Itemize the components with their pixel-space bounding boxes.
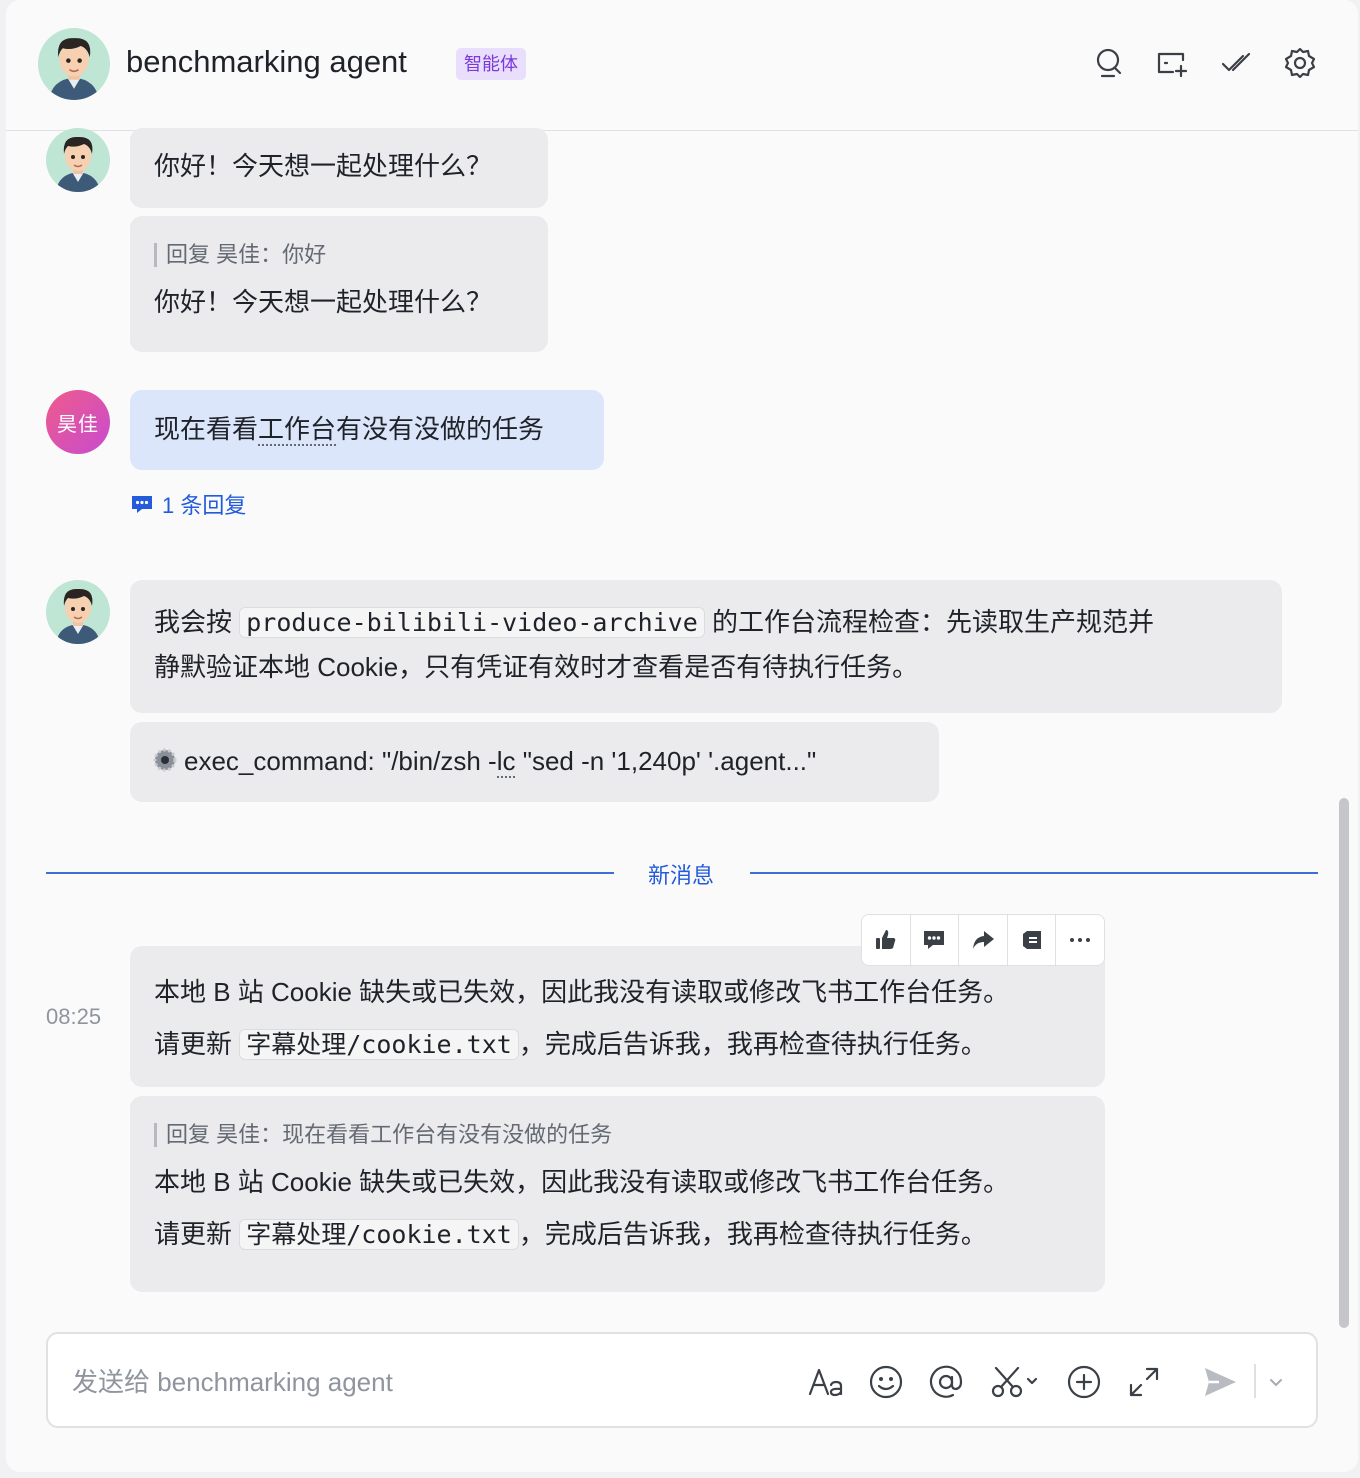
message-bubble[interactable]: 本地 B 站 Cookie 缺失或已失效，因此我没有读取或修改飞书工作台任务。 … xyxy=(130,946,1105,1087)
thread-reply-link[interactable]: 1 条回复 xyxy=(130,488,246,520)
linked-term[interactable]: 工作台 xyxy=(258,414,337,446)
tool-call-text: "sed -n '1,240p' '.agent..." xyxy=(515,746,817,776)
user-avatar-initials: 昊佳 xyxy=(57,413,99,436)
search-chat-icon[interactable] xyxy=(1089,44,1127,82)
bot-avatar[interactable] xyxy=(46,580,110,644)
message-text: 请更新 xyxy=(154,1029,233,1059)
inline-code: 字幕处理/cookie.txt xyxy=(239,1219,519,1250)
thumbs-up-icon[interactable] xyxy=(862,915,911,965)
send-options-icon[interactable] xyxy=(1260,1360,1292,1404)
message-action-toolbar xyxy=(861,914,1105,966)
message-input[interactable] xyxy=(72,1360,772,1404)
message-text: 有没有没做的任务 xyxy=(336,414,545,444)
settings-gear-icon[interactable] xyxy=(1281,44,1319,82)
mention-icon[interactable] xyxy=(924,1360,968,1404)
more-icon[interactable] xyxy=(1056,915,1104,965)
bot-avatar[interactable] xyxy=(46,128,110,192)
new-message-label: 新消息 xyxy=(647,863,714,888)
message-composer xyxy=(46,1332,1318,1428)
tool-gear-icon xyxy=(152,742,178,787)
text-format-icon[interactable] xyxy=(804,1360,848,1404)
message-text: 的工作台流程检查：先读取生产规范并 xyxy=(712,607,1155,637)
screenshot-icon[interactable] xyxy=(988,1360,1044,1404)
emoji-icon[interactable] xyxy=(864,1360,908,1404)
message-text: 你好！今天想一起处理什么？ xyxy=(154,151,493,181)
message-text: 我会按 xyxy=(154,607,233,637)
message-timestamp: 08:25 xyxy=(46,1004,102,1029)
forward-icon[interactable] xyxy=(959,915,1008,965)
message-bubble[interactable]: 你好！今天想一起处理什么？ xyxy=(130,128,548,208)
inline-code: produce-bilibili-video-archive xyxy=(239,607,705,638)
message-text: 本地 B 站 Cookie 缺失或已失效，因此我没有读取或修改飞书工作台任务。 xyxy=(154,977,1010,1007)
linked-term[interactable]: lc xyxy=(496,746,516,778)
send-separator xyxy=(1254,1364,1256,1398)
reply-count: 1 条回复 xyxy=(162,493,247,518)
message-text: 静默验证本地 Cookie，只有凭证有效时才查看是否有待执行任务。 xyxy=(154,652,919,682)
divider-line xyxy=(750,872,1318,874)
inline-code: 字幕处理/cookie.txt xyxy=(239,1029,519,1060)
message-bubble[interactable]: 我会按 produce-bilibili-video-archive 的工作台流… xyxy=(130,580,1282,713)
send-icon[interactable] xyxy=(1198,1360,1242,1404)
expand-icon[interactable] xyxy=(1122,1360,1166,1404)
chat-window: benchmarking agent 智能体 你好！今天想一起处理什么？ 回复 … xyxy=(6,0,1358,1472)
message-text: 本地 B 站 Cookie 缺失或已失效，因此我没有读取或修改飞书工作台任务。 xyxy=(154,1167,1010,1197)
reply-quote-text: 回复 昊佳：现在看看工作台有没有没做的任务 xyxy=(166,1122,613,1147)
reply-bubble-icon[interactable] xyxy=(911,915,960,965)
message-bubble-user[interactable]: 现在看看工作台有没有没做的任务 xyxy=(130,390,604,470)
scrollbar-thumb[interactable] xyxy=(1339,798,1349,1328)
message-text: ，完成后告诉我，我再检查待执行任务。 xyxy=(518,1029,987,1059)
add-to-board-icon[interactable] xyxy=(1153,44,1191,82)
bot-avatar[interactable] xyxy=(38,28,110,100)
user-avatar[interactable]: 昊佳 xyxy=(46,390,110,454)
tool-call-bubble[interactable]: exec_command: "/bin/zsh -lc "sed -n '1,2… xyxy=(130,722,939,802)
reply-quote[interactable]: 回复 昊佳：现在看看工作台有没有没做的任务 xyxy=(154,1120,1081,1150)
reply-quote-text: 回复 昊佳：你好 xyxy=(166,242,327,267)
reply-quote[interactable]: 回复 昊佳：你好 xyxy=(154,240,524,270)
message-text: 你好！今天想一起处理什么？ xyxy=(154,287,493,317)
add-icon[interactable] xyxy=(1062,1360,1106,1404)
message-text: 请更新 xyxy=(154,1219,233,1249)
agent-badge: 智能体 xyxy=(456,48,526,80)
divider-line xyxy=(46,872,614,874)
thread-reply-icon xyxy=(132,496,152,513)
pin-icon[interactable] xyxy=(1008,915,1057,965)
message-text: 现在看看 xyxy=(154,414,259,444)
message-bubble[interactable]: 回复 昊佳：现在看看工作台有没有没做的任务 本地 B 站 Cookie 缺失或已… xyxy=(130,1096,1105,1292)
chat-header: benchmarking agent 智能体 xyxy=(6,0,1358,131)
message-text: ，完成后告诉我，我再检查待执行任务。 xyxy=(518,1219,987,1249)
chat-title[interactable]: benchmarking agent xyxy=(126,44,407,80)
message-bubble[interactable]: 回复 昊佳：你好 你好！今天想一起处理什么？ xyxy=(130,216,548,352)
tool-call-text: exec_command: "/bin/zsh - xyxy=(184,746,497,776)
task-check-icon[interactable] xyxy=(1217,44,1255,82)
